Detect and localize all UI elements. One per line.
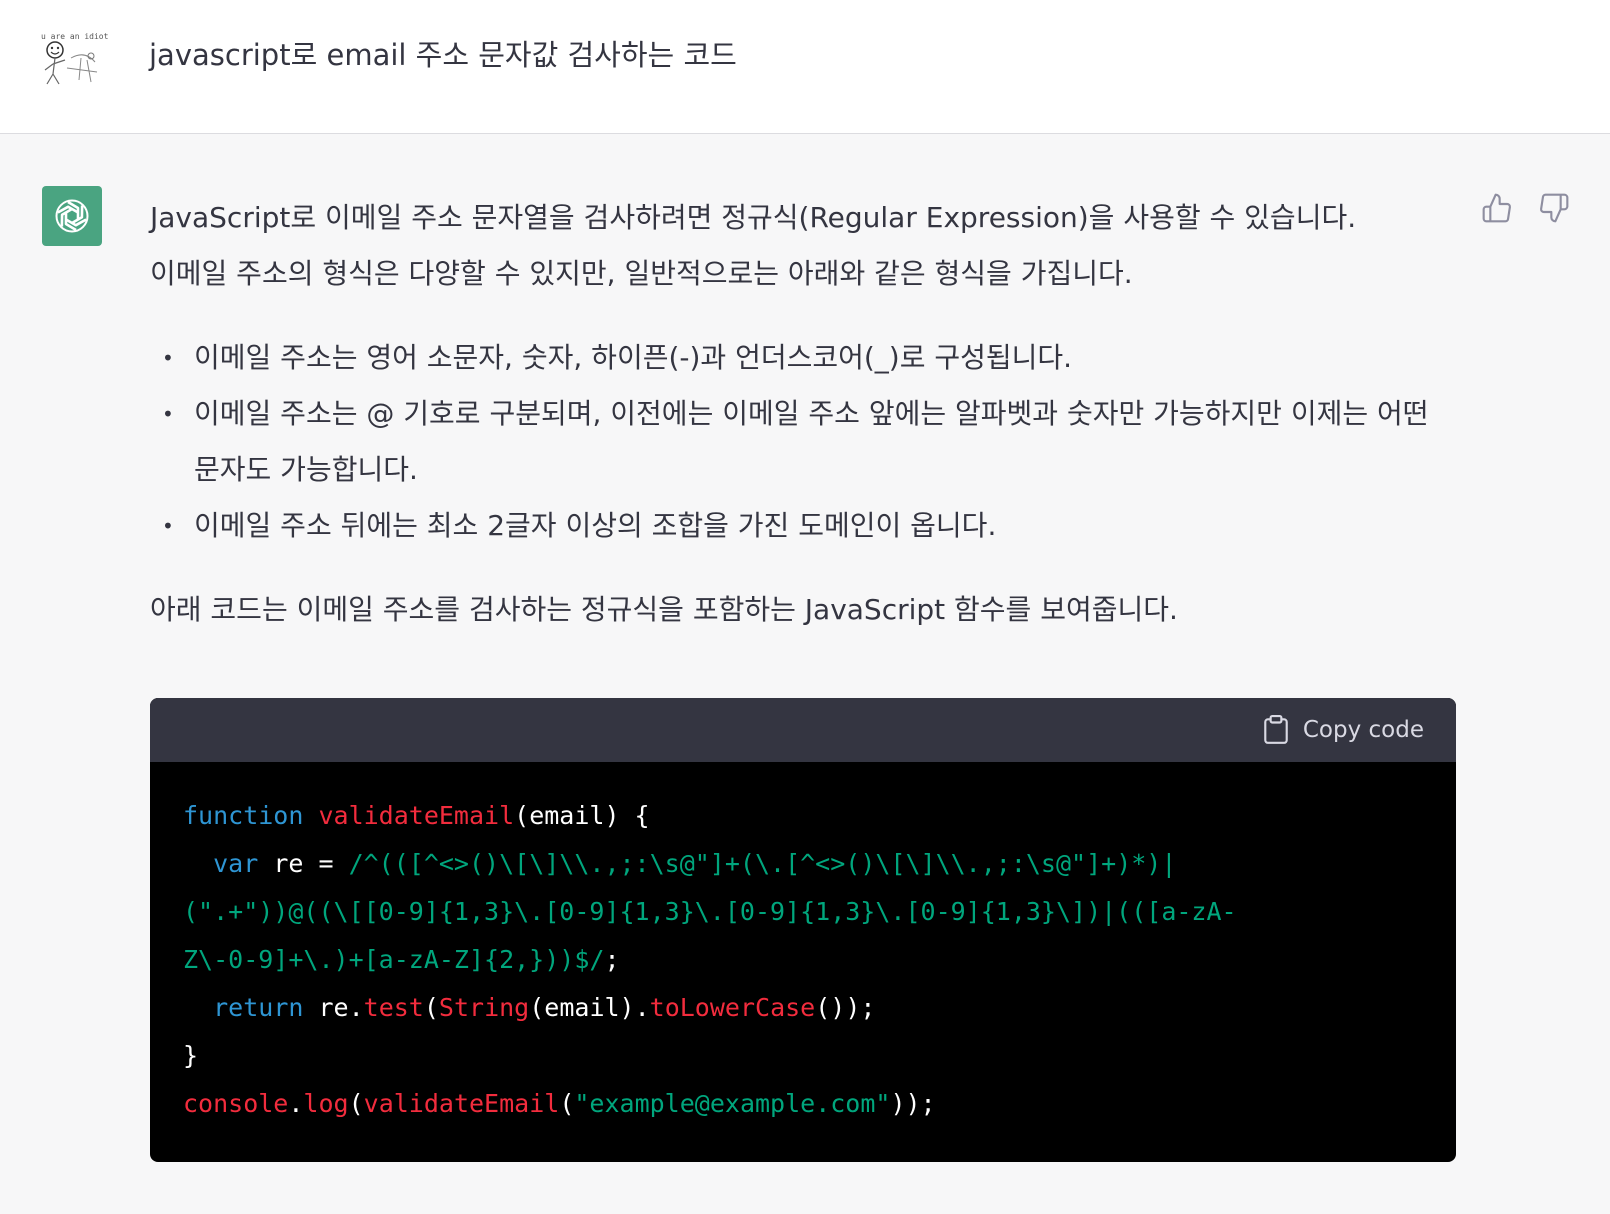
code-line-6: }: [183, 1032, 1424, 1080]
code-token: return: [213, 993, 304, 1022]
copy-code-label: Copy code: [1302, 717, 1424, 743]
code-token: validateEmail: [303, 801, 515, 830]
clipboard-icon: [1264, 715, 1288, 744]
answer-intro: JavaScript로 이메일 주소 문자열을 검사하려면 정규식(Regula…: [150, 190, 1440, 302]
user-message-row: u are an idiot javascript로 email 주소 문자값 …: [0, 0, 1610, 134]
answer-intro-line-1: JavaScript로 이메일 주소 문자열을 검사하려면 정규식(Regula…: [150, 201, 1357, 234]
code-token: log: [303, 1089, 349, 1118]
code-token: re.: [303, 993, 364, 1022]
code-line-3: (".+"))@((\[[0-9]{1,3}\.[0-9]{1,3}\.[0-9…: [183, 888, 1424, 936]
thumbs-up-button[interactable]: [1479, 190, 1515, 226]
user-message-text: javascript로 email 주소 문자값 검사하는 코드: [149, 38, 737, 72]
assistant-answer: JavaScript로 이메일 주소 문자열을 검사하려면 정규식(Regula…: [150, 190, 1450, 638]
list-item: 이메일 주소는 영어 소문자, 숫자, 하이픈(-)과 언더스코어(_)로 구성…: [150, 330, 1444, 386]
code-line-7: console.log(validateEmail("example@examp…: [183, 1080, 1424, 1128]
code-token: (".+"))@((\[[0-9]{1,3}\.[0-9]{1,3}\.[0-9…: [183, 897, 1237, 926]
code-token: test: [363, 993, 424, 1022]
code-content: function validateEmail(email) { var re =…: [150, 762, 1456, 1128]
code-block-header: Copy code: [150, 698, 1456, 762]
code-token: ());: [815, 993, 876, 1022]
code-token: (: [348, 1089, 364, 1118]
assistant-avatar: [42, 186, 102, 246]
code-line-5: return re.test(String(email).toLowerCase…: [183, 984, 1424, 1032]
code-block: Copy code function validateEmail(email) …: [150, 698, 1456, 1162]
code-token: .: [288, 1089, 304, 1118]
answer-bullet-list: 이메일 주소는 영어 소문자, 숫자, 하이픈(-)과 언더스코어(_)로 구성…: [150, 330, 1450, 554]
code-token: "example@example.com": [574, 1089, 891, 1118]
answer-outro: 아래 코드는 이메일 주소를 검사하는 정규식을 포함하는 JavaScript…: [150, 593, 1178, 626]
code-token: console: [183, 1089, 289, 1118]
code-token: (email).: [529, 993, 650, 1022]
code-token: Z\-0-9]+\.)+[a-zA-Z]{2,}))$/: [183, 945, 605, 974]
avatar-caption: u are an idiot: [41, 32, 109, 41]
code-line-2: var re = /^(([^<>()\[\]\\.,;:\s@"]+(\.[^…: [183, 840, 1424, 888]
code-token: ;: [604, 945, 620, 974]
thumbs-up-icon: [1482, 193, 1511, 223]
code-token: ));: [890, 1089, 936, 1118]
openai-logo-icon: [55, 199, 89, 233]
list-item: 이메일 주소는 @ 기호로 구분되며, 이전에는 이메일 주소 앞에는 알파벳과…: [150, 386, 1444, 498]
code-token: (: [423, 993, 439, 1022]
code-token: String: [438, 993, 530, 1022]
code-token: }: [183, 1041, 199, 1070]
code-token: toLowerCase: [649, 993, 816, 1022]
code-token: (: [559, 1089, 575, 1118]
code-token: /^(([^<>()\[\]\\.,;:\s@"]+(\.[^<>()\[\]\…: [348, 849, 1177, 878]
copy-code-button[interactable]: Copy code: [1263, 714, 1424, 746]
code-token: re =: [258, 849, 349, 878]
code-line-1: function validateEmail(email) {: [183, 792, 1424, 840]
code-token: (email) {: [514, 801, 650, 830]
code-token: function: [183, 801, 304, 830]
code-line-4: Z\-0-9]+\.)+[a-zA-Z]{2,}))$/;: [183, 936, 1424, 984]
user-avatar: u are an idiot: [41, 28, 109, 88]
code-token: var: [213, 849, 259, 878]
thumbs-down-button[interactable]: [1536, 190, 1572, 226]
answer-intro-line-2: 이메일 주소의 형식은 다양할 수 있지만, 일반적으로는 아래와 같은 형식을…: [150, 257, 1133, 290]
list-item: 이메일 주소 뒤에는 최소 2글자 이상의 조합을 가진 도메인이 옵니다.: [150, 498, 1444, 554]
thumbs-down-icon: [1540, 193, 1569, 223]
code-token: validateEmail: [363, 1089, 560, 1118]
